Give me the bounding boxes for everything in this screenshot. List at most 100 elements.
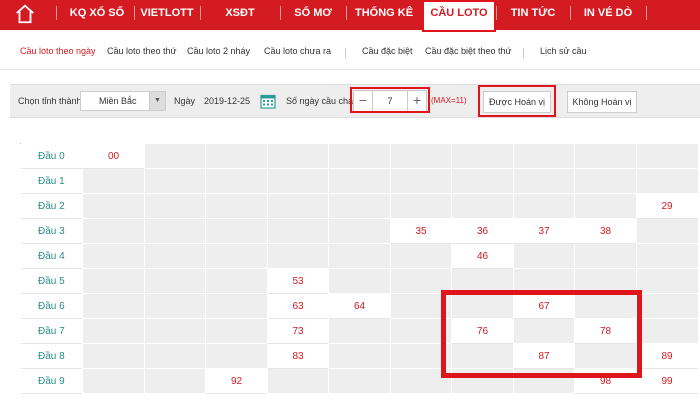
subnav-lich-su-cau[interactable]: Lịch sử cầu (540, 46, 587, 56)
subnav-divider (345, 48, 346, 58)
home-button[interactable] (14, 3, 40, 27)
loto-cell[interactable]: 92 (205, 369, 267, 394)
subnav-divider (523, 48, 524, 58)
nav-thong-ke[interactable]: THỐNG KÊ (346, 0, 422, 26)
loto-cell (82, 344, 144, 369)
subnav-cau-dac-biet-theo-thu[interactable]: Cầu đặc biệt theo thứ (425, 46, 512, 56)
top-nav: KQ XỔ SỐ VIETLOTT XSĐT SỔ MƠ THỐNG KÊ CẦ… (0, 0, 700, 30)
loto-cell (266, 369, 329, 394)
loto-cell (389, 169, 452, 194)
loto-cell (451, 144, 513, 169)
loto-cell (389, 319, 452, 344)
nav-divider (56, 6, 57, 20)
loto-cell[interactable]: 73 (266, 319, 329, 344)
loto-cell[interactable]: 63 (266, 294, 329, 319)
loto-cell[interactable]: 76 (451, 319, 513, 344)
minus-icon[interactable]: − (354, 91, 372, 111)
loto-cell (512, 369, 575, 394)
loto-cell (82, 269, 144, 294)
nav-kq-xo-so[interactable]: KQ XỔ SỐ (60, 0, 134, 26)
loto-cell (512, 319, 575, 344)
days-input[interactable] (372, 91, 408, 111)
subnav-cau-loto-2-nhay[interactable]: Cầu loto 2 nháy (187, 46, 250, 56)
province-select[interactable]: Miền Bắc ▼ (80, 91, 166, 111)
loto-cell[interactable]: 98 (574, 369, 636, 394)
loto-cell (143, 344, 206, 369)
loto-grid: Đầu 0 00 Đầu 1 Đầu 2 29 Đầu 3 35 36 37 38 Đầu 4 46 Đ… (20, 143, 698, 394)
loto-cell[interactable]: 29 (635, 194, 698, 219)
loto-cell[interactable]: 00 (82, 144, 144, 169)
loto-cell (389, 344, 452, 369)
row-label: Đầu 3 (21, 219, 82, 244)
plus-icon[interactable]: + (408, 91, 426, 111)
loto-cell (389, 194, 452, 219)
loto-cell (512, 169, 575, 194)
loto-cell[interactable]: 99 (635, 369, 698, 394)
loto-cell[interactable]: 64 (328, 294, 390, 319)
days-stepper[interactable]: − + (353, 90, 427, 112)
nav-tin-tuc[interactable]: TIN TỨC (496, 0, 570, 26)
loto-cell (205, 269, 267, 294)
loto-cell (143, 319, 206, 344)
loto-cell (574, 269, 636, 294)
swap-button[interactable]: Được Hoán vị (483, 91, 551, 113)
loto-cell (512, 244, 575, 269)
loto-cell[interactable]: 46 (451, 244, 513, 269)
loto-cell[interactable]: 35 (389, 219, 452, 244)
no-swap-button[interactable]: Không Hoán vị (567, 91, 637, 113)
loto-cell (143, 169, 206, 194)
loto-cell (451, 169, 513, 194)
filter-bar: Chọn tỉnh thành Miền Bắc ▼ Ngày Số ngày … (10, 84, 700, 118)
loto-cell[interactable]: 83 (266, 344, 329, 369)
max-note: (MAX=11) (431, 96, 467, 105)
loto-cell (635, 319, 698, 344)
loto-cell (328, 344, 390, 369)
subnav-cau-dac-biet[interactable]: Cầu đặc biệt (362, 46, 413, 56)
loto-cell (82, 194, 144, 219)
nav-vietlott[interactable]: VIETLOTT (134, 0, 200, 26)
province-label: Chọn tỉnh thành (18, 96, 82, 106)
loto-cell (635, 219, 698, 244)
loto-cell[interactable]: 36 (451, 219, 513, 244)
row-label: Đầu 1 (21, 169, 82, 194)
loto-cell[interactable]: 37 (512, 219, 575, 244)
nav-in-ve-do[interactable]: IN VÉ DÒ (570, 0, 646, 26)
loto-cell (205, 344, 267, 369)
subnav-cau-loto-theo-ngay[interactable]: Cầu loto theo ngày (20, 46, 96, 56)
loto-cell[interactable]: 78 (574, 319, 636, 344)
row-label: Đầu 2 (21, 194, 82, 219)
loto-cell[interactable]: 89 (635, 344, 698, 369)
row-label: Đầu 5 (21, 269, 82, 294)
loto-cell (143, 294, 206, 319)
loto-cell (451, 194, 513, 219)
loto-cell[interactable]: 38 (574, 219, 636, 244)
loto-cell[interactable]: 53 (266, 269, 329, 294)
date-input[interactable] (200, 91, 262, 111)
days-label: Số ngày cầu chạy (286, 96, 358, 106)
subnav-cau-loto-chua-ra[interactable]: Cầu loto chưa ra (264, 46, 331, 56)
loto-cell (82, 319, 144, 344)
nav-xsdt[interactable]: XSĐT (200, 0, 280, 26)
loto-cell (389, 244, 452, 269)
loto-cell (635, 269, 698, 294)
loto-cell (451, 369, 513, 394)
home-icon (16, 4, 34, 24)
calendar-icon[interactable] (260, 93, 276, 109)
loto-cell (328, 319, 390, 344)
loto-cell (266, 219, 329, 244)
loto-cell (574, 169, 636, 194)
subnav-cau-loto-theo-thu[interactable]: Cầu loto theo thứ (107, 46, 177, 56)
nav-cau-loto[interactable]: CẦU LOTO (424, 2, 494, 30)
loto-cell (205, 319, 267, 344)
loto-cell[interactable]: 67 (512, 294, 575, 319)
loto-cell (82, 369, 144, 394)
loto-cell (82, 219, 144, 244)
nav-so-mo[interactable]: SỔ MƠ (280, 0, 346, 26)
loto-cell (143, 269, 206, 294)
loto-cell (205, 219, 267, 244)
loto-cell[interactable]: 87 (512, 344, 575, 369)
loto-cell (143, 369, 206, 394)
province-value: Miền Bắc (99, 96, 137, 106)
loto-cell (512, 269, 575, 294)
loto-cell (389, 144, 452, 169)
